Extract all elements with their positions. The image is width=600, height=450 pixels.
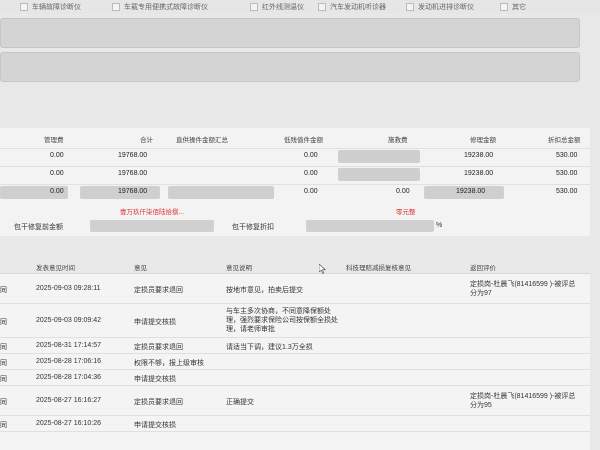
notes-textarea[interactable] — [0, 52, 580, 82]
mouse-cursor-icon — [319, 264, 326, 274]
table-row[interactable]: 同 2025-08-28 17:04:36 申请提交核损 — [0, 370, 590, 386]
filter-checkbox-portable-diagnostic[interactable]: 车载专用便携式故障诊断仪 — [112, 2, 208, 12]
header-management: 管理费 — [44, 137, 64, 144]
header-total: 合计 — [140, 137, 153, 144]
header-residual: 低残值件金额 — [284, 137, 323, 144]
supplier-parts-input[interactable] — [168, 186, 274, 199]
log-table-header: 发表意见时间 意见 意见说明 科技理赔减损复核意见 返回评价 — [0, 258, 590, 274]
header-rescue: 施救费 — [388, 137, 408, 144]
pre-repair-label: 包干修复前金额 — [14, 224, 63, 231]
fee-row: 0.00 19768.00 0.00 19238.00 530.00 — [0, 148, 590, 164]
checkbox-icon — [250, 3, 258, 11]
rescue-in-words: 零元整 — [396, 209, 416, 216]
filter-checkbox-stethoscope[interactable]: 汽车发动机听诊器 — [318, 2, 386, 12]
fee-summary-panel: 管理费 合计 直供操件金额汇总 低残值件金额 施救费 修理金额 折扣总金额 0.… — [0, 128, 590, 236]
rescue-input[interactable] — [338, 168, 420, 181]
amount-in-words: 壹万玖仟柒佰陆拾捌... — [120, 209, 184, 216]
fee-row-total: 0.00 19768.00 0.00 0.00 19238.00 530.00 — [0, 184, 590, 200]
header-repair-amount: 修理金额 — [470, 137, 496, 144]
fee-row: 0.00 19768.00 0.00 19238.00 530.00 — [0, 166, 590, 182]
table-row[interactable]: 同 2025-08-28 17:06:16 权限不够，报上级审核 — [0, 354, 590, 370]
checkbox-icon — [406, 3, 414, 11]
header-supplier-parts: 直供操件金额汇总 — [176, 137, 228, 144]
checkbox-icon — [20, 3, 28, 11]
header-opinion: 意见 — [134, 265, 147, 272]
fee-table-header: 管理费 合计 直供操件金额汇总 低残值件金额 施救费 修理金额 折扣总金额 — [0, 134, 590, 146]
header-ins-department: 科技理赔减损复核意见 — [346, 265, 411, 272]
checkbox-icon — [112, 3, 120, 11]
table-row[interactable]: 同 2025-08-31 17:14:57 定损员要求退回 请适当下调，建议1.… — [0, 338, 590, 354]
filter-checkbox-engine[interactable]: 发动机进排诊断仪 — [406, 2, 474, 12]
header-opinion-desc: 意见说明 — [226, 265, 252, 272]
filter-checkbox-infrared[interactable]: 红外线测温仪 — [250, 2, 304, 12]
opinion-log-table: 发表意见时间 意见 意见说明 科技理赔减损复核意见 返回评价 同 2025-09… — [0, 258, 590, 450]
tool-filter-row: 车辆故障诊断仪 车载专用便携式故障诊断仪 红外线测温仪 汽车发动机听诊器 发动机… — [0, 0, 600, 14]
rescue-input[interactable] — [338, 150, 420, 163]
checkbox-icon — [318, 3, 326, 11]
percent-sign: % — [436, 222, 443, 229]
pre-repair-discount-label: 包干修复折扣 — [232, 224, 274, 231]
filter-checkbox-diagnostic[interactable]: 车辆故障诊断仪 — [20, 2, 81, 12]
pre-repair-input[interactable] — [90, 220, 214, 232]
table-row[interactable]: 同 2025-08-27 16:16:27 定损员要求退回 正确提交 定损岗-杜… — [0, 386, 590, 416]
header-time: 发表意见时间 — [36, 265, 75, 272]
filter-checkbox-other[interactable]: 其它 — [500, 2, 526, 12]
claim-review-page: 车辆故障诊断仪 车载专用便携式故障诊断仪 红外线测温仪 汽车发动机听诊器 发动机… — [0, 0, 600, 450]
header-depreciation: 折扣总金额 — [548, 137, 581, 144]
checkbox-icon — [500, 3, 508, 11]
table-row[interactable]: 同 2025-09-03 09:09:42 申请提交核损 与车主多次协商，不同意… — [0, 304, 590, 338]
pre-repair-discount-input[interactable] — [306, 220, 434, 232]
header-evaluation: 返回评价 — [470, 265, 496, 272]
table-row[interactable]: 同 2025-09-03 09:28:11 定损员要求退回 按地市意见，拍卖后提… — [0, 274, 590, 304]
table-row[interactable]: 同 2025-08-27 16:10:26 申请提交核损 — [0, 416, 590, 432]
remarks-textarea[interactable] — [0, 18, 580, 48]
